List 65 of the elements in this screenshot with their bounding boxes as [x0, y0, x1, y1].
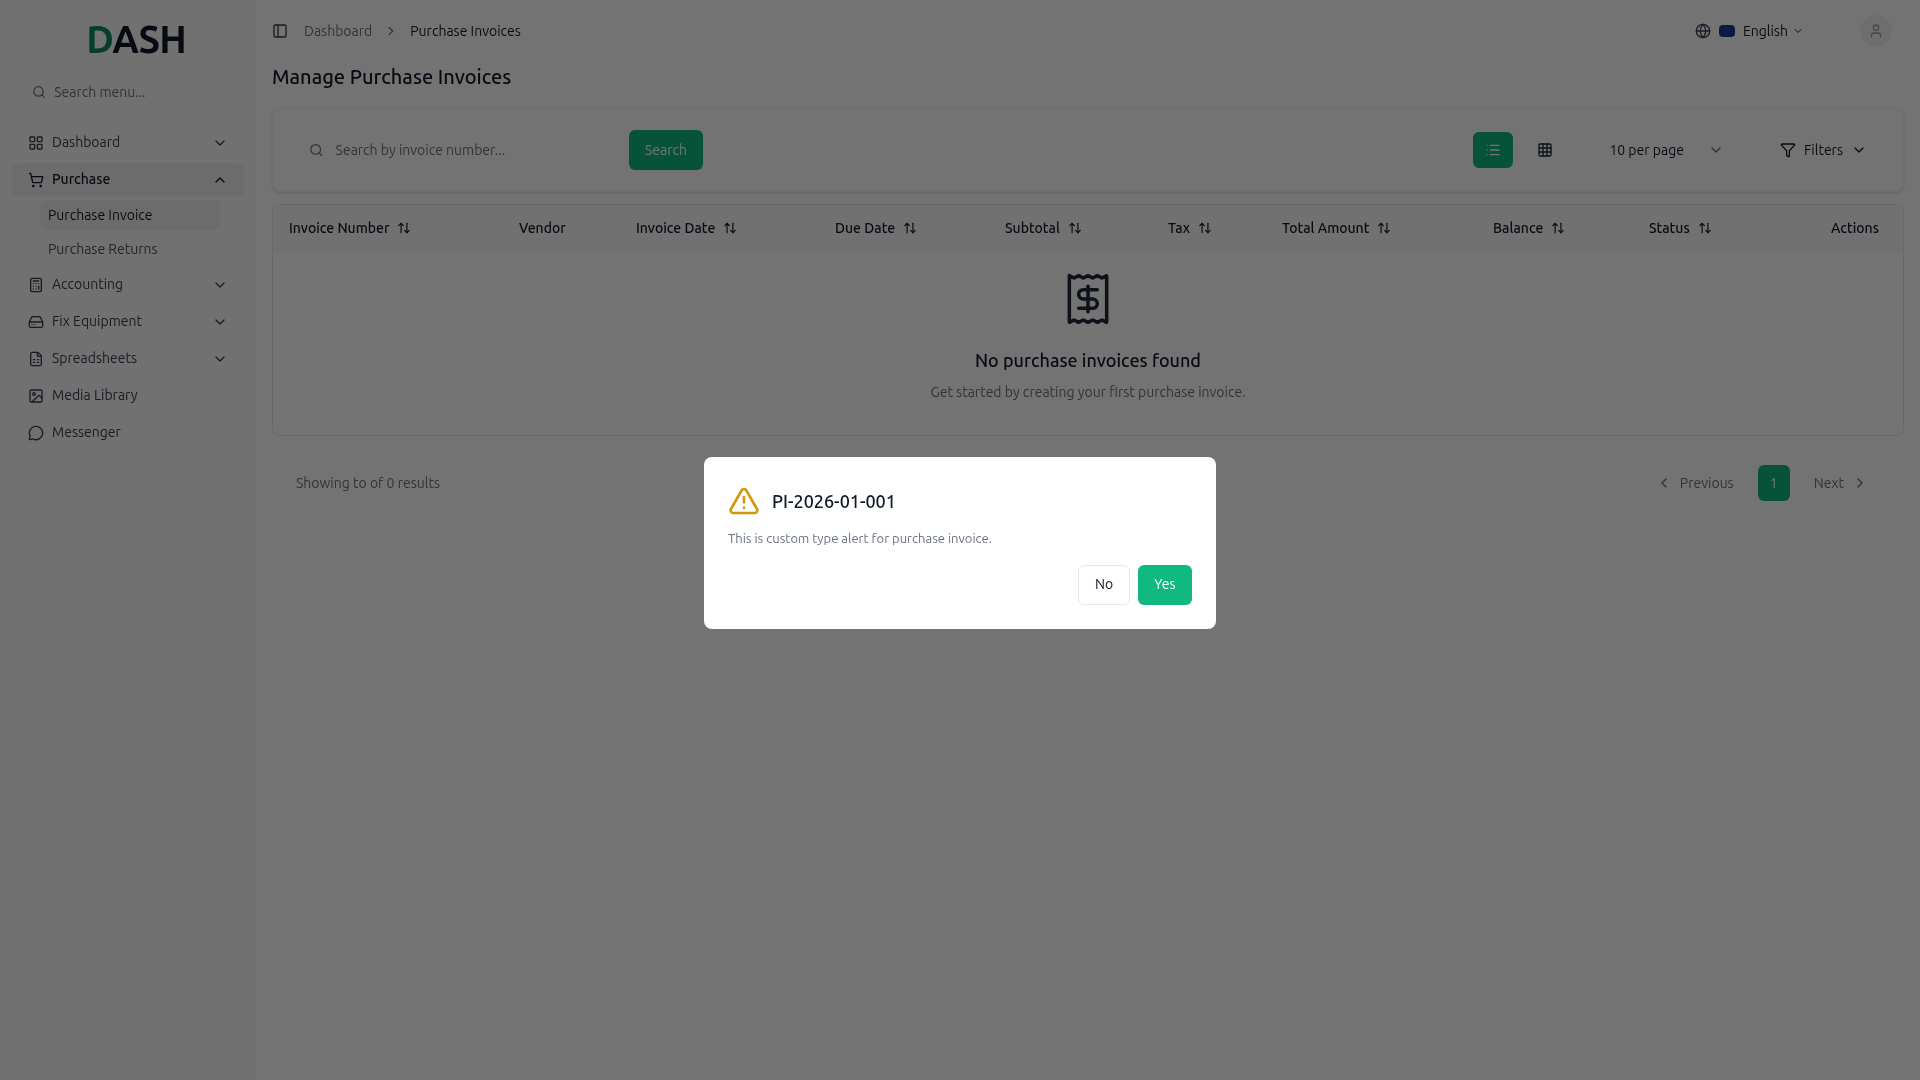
sort-icon [1377, 221, 1392, 235]
calculator-icon [28, 276, 44, 293]
search-field[interactable]: Search by invoice number... [335, 139, 605, 161]
drive-icon [28, 313, 44, 330]
list-view-button[interactable] [1473, 132, 1514, 168]
sort-icon [1067, 221, 1082, 235]
image-icon [28, 387, 44, 404]
sidebar-item[interactable]: Messenger [12, 416, 244, 449]
user-icon [1868, 23, 1884, 39]
sidebar-item[interactable]: Fix Equipment [12, 305, 244, 338]
sidebar-item[interactable]: Spreadsheets [12, 342, 244, 375]
submenu-item[interactable]: Purchase Returns [40, 234, 220, 264]
flag-icon [1718, 25, 1735, 37]
column-header[interactable]: Subtotal [1005, 217, 1168, 239]
column-header: Vendor [519, 218, 567, 238]
sort-icon [1198, 221, 1212, 235]
page-button[interactable]: 1 [1757, 465, 1790, 501]
previous-button[interactable]: Previous [1643, 472, 1746, 494]
chat-icon [28, 424, 44, 441]
warning-icon [728, 485, 760, 517]
confirm-button[interactable]: Yes [1138, 564, 1192, 605]
submenu-item[interactable]: Purchase Invoice [40, 200, 220, 230]
globe-icon [1694, 23, 1711, 39]
column-header[interactable]: Total Amount [1282, 217, 1493, 239]
column-header[interactable]: Balance [1493, 217, 1649, 239]
search-button[interactable]: Search [629, 130, 704, 170]
sort-icon [903, 221, 918, 235]
avatar[interactable] [1860, 15, 1892, 47]
grid-icon [28, 134, 44, 151]
column-header[interactable]: Invoice Number [289, 217, 519, 239]
cart-icon [28, 171, 44, 188]
column-header[interactable]: Due Date [835, 217, 1005, 239]
results-summary: Showing to of 0 results [296, 473, 441, 493]
filter-icon [1779, 142, 1796, 158]
dialog-message: This is custom type alert for purchase invoice. [728, 530, 993, 547]
sidebar-toggle-icon[interactable] [272, 23, 288, 39]
empty-state-subtitle: Get started by creating your first purchase invoice. [930, 383, 1246, 402]
search-field[interactable]: Search menu... [54, 82, 224, 102]
search-icon [32, 84, 47, 100]
sort-icon [397, 221, 412, 235]
column-header: Actions [1829, 218, 1880, 238]
per-page-select[interactable]: 10 per page [1593, 132, 1740, 168]
sort-icon [1697, 221, 1712, 235]
cancel-button[interactable]: No [1078, 564, 1130, 605]
next-button[interactable]: Next [1801, 472, 1880, 494]
grid-icon [1537, 142, 1554, 158]
sidebar-item[interactable]: Purchase [12, 163, 244, 196]
column-header[interactable]: Invoice Date [636, 217, 835, 239]
column-header[interactable]: Tax [1168, 217, 1282, 239]
sidebar-item[interactable]: Media Library [12, 379, 244, 412]
sidebar-item[interactable]: Dashboard [12, 126, 244, 159]
sort-icon [1551, 221, 1566, 235]
sidebar-item[interactable]: Accounting [12, 268, 244, 301]
empty-state-title: No purchase invoices found [975, 349, 1201, 372]
page-title: Manage Purchase Invoices [272, 64, 513, 90]
dialog-title: PI-2026-01-001 [772, 489, 896, 513]
logo: DASH [85, 20, 186, 58]
list-icon [1485, 142, 1502, 158]
search-icon [309, 142, 324, 158]
sort-icon [723, 221, 738, 235]
document-icon [28, 350, 44, 367]
breadcrumb-link[interactable]: Dashboard [304, 20, 373, 42]
language-selector[interactable]: English [1742, 20, 1804, 42]
column-header[interactable]: Status [1649, 217, 1791, 239]
filters-button[interactable]: Filters [1767, 132, 1879, 168]
